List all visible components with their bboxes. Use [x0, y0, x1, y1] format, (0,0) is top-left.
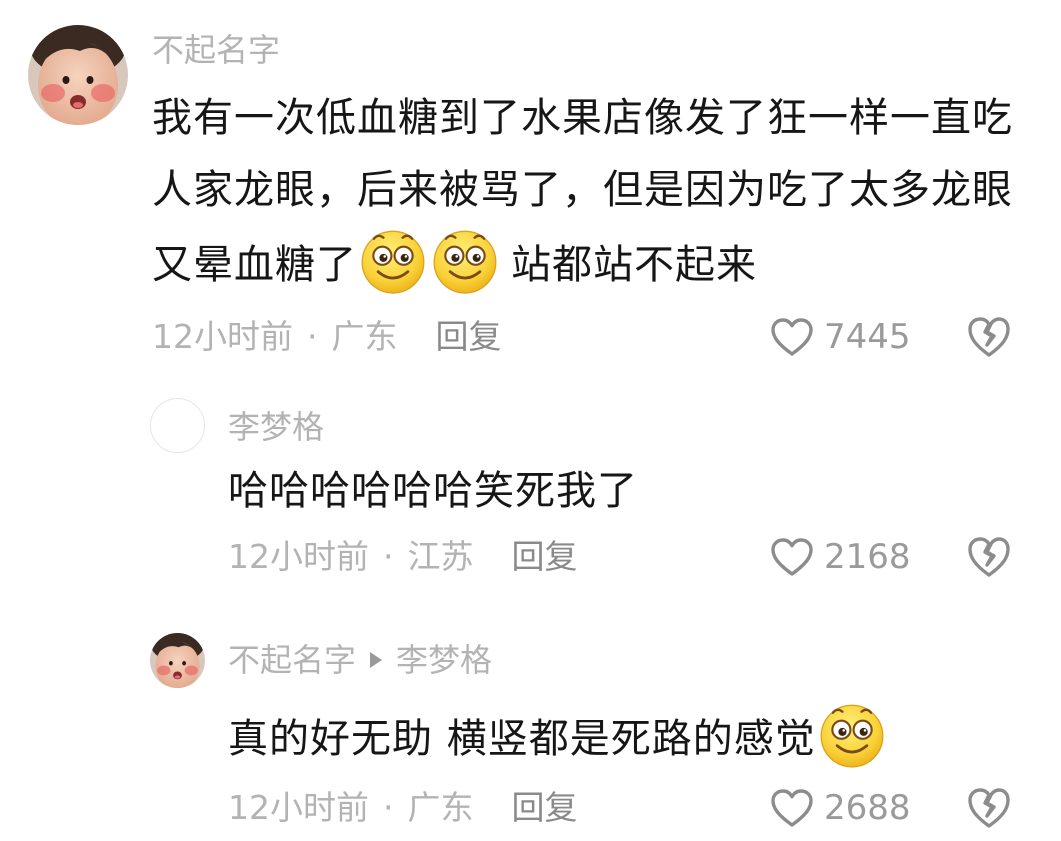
- comment-content: 我有一次低血糖到了水果店像发了狂一样一直吃 人家龙眼，后来被骂了，但是因为吃了太…: [152, 82, 1013, 301]
- comment-text-line: 真的好无助 横竖都是死路的感觉: [228, 700, 888, 775]
- separator-dot: ·: [383, 537, 394, 576]
- dislike-button[interactable]: [966, 786, 1012, 830]
- child-photo-icon: [28, 25, 128, 125]
- comment-text-line: 人家龙眼，后来被骂了，但是因为吃了太多龙眼: [152, 167, 1013, 213]
- comment-meta: 12小时前 · 江苏 回复: [228, 537, 578, 577]
- comment-username[interactable]: 不起名字: [152, 30, 280, 70]
- comment-username[interactable]: 李梦格: [228, 407, 324, 447]
- reply-arrow-icon: [370, 652, 383, 668]
- child-photo-icon: [150, 633, 205, 688]
- heart-icon: [770, 317, 814, 357]
- comment-content: 真的好无助 横竖都是死路的感觉: [228, 700, 888, 775]
- reply-button[interactable]: 回复: [512, 788, 578, 827]
- broken-heart-icon: [966, 535, 1012, 579]
- reply-author[interactable]: 不起名字: [228, 641, 356, 679]
- broken-heart-icon: [966, 786, 1012, 830]
- comment-location: 广东: [407, 788, 474, 827]
- reply-target-user[interactable]: 李梦格: [396, 641, 492, 679]
- comment-text-line: 又晕血糖了 站都站不起来: [152, 226, 1013, 301]
- like-count: 2688: [824, 788, 911, 828]
- comment-text-line: 我有一次低血糖到了水果店像发了狂一样一直吃: [152, 95, 1013, 141]
- like-count: 2168: [824, 537, 911, 577]
- reply-button[interactable]: 回复: [436, 317, 502, 356]
- comment-location: 广东: [331, 317, 398, 356]
- comment-text-segment: 真的好无助 横竖都是死路的感觉: [228, 716, 816, 762]
- comment-content: 哈哈哈哈哈哈笑死我了: [228, 455, 638, 527]
- user-avatar[interactable]: [28, 25, 128, 125]
- dislike-button[interactable]: [966, 535, 1012, 579]
- separator-dot: ·: [383, 788, 394, 827]
- separator-dot: ·: [307, 317, 318, 356]
- user-avatar[interactable]: [150, 633, 205, 688]
- smile-emoji-icon: [359, 226, 427, 294]
- smile-emoji-icon: [431, 226, 499, 294]
- like-count: 7445: [824, 317, 911, 357]
- comment-username[interactable]: 不起名字 李梦格: [228, 640, 492, 680]
- heart-icon: [770, 537, 814, 577]
- broken-heart-icon: [966, 315, 1012, 359]
- smile-emoji-icon: [818, 700, 886, 768]
- user-avatar[interactable]: [150, 398, 205, 453]
- like-button[interactable]: 2168: [770, 535, 911, 579]
- comment-time: 12小时前: [228, 537, 369, 576]
- comment-time: 12小时前: [152, 317, 293, 356]
- comment-meta: 12小时前 · 广东 回复: [228, 788, 578, 828]
- comment-text-segment: 又晕血糖了: [152, 242, 357, 288]
- comment-text-segment: 站都站不起来: [511, 242, 757, 288]
- comment-text-line: 哈哈哈哈哈哈笑死我了: [228, 468, 638, 514]
- dislike-button[interactable]: [966, 315, 1012, 359]
- comment-location: 江苏: [407, 537, 474, 576]
- heart-icon: [770, 788, 814, 828]
- comment-time: 12小时前: [228, 788, 369, 827]
- reply-button[interactable]: 回复: [512, 537, 578, 576]
- comment-meta: 12小时前 · 广东 回复: [152, 317, 502, 357]
- like-button[interactable]: 2688: [770, 786, 911, 830]
- like-button[interactable]: 7445: [770, 315, 911, 359]
